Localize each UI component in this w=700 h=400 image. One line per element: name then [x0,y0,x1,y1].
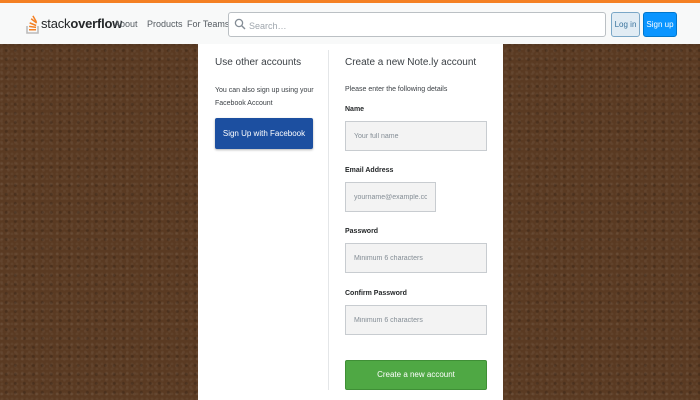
search-input[interactable] [247,16,601,35]
email-field[interactable] [346,183,435,211]
other-accounts-text: You can also sign up using your Facebook… [215,87,314,107]
name-field[interactable] [346,122,486,150]
signup-button[interactable]: Sign up [643,12,677,37]
search-box[interactable] [228,12,606,37]
nav-about[interactable]: About [114,19,138,29]
logo-text: stackoverflow [41,15,123,31]
nav-products[interactable]: Products [147,19,183,29]
search-icon [234,18,246,30]
password-field-box [345,243,487,273]
column-divider [328,50,329,390]
login-button[interactable]: Log in [611,12,640,37]
nav-for-teams[interactable]: For Teams [187,19,229,29]
top-bar: stackoverflow About Products For Teams L… [0,0,700,44]
signup-panel: Use other accounts You can also sign up … [198,44,503,400]
create-account-subtitle: Please enter the following details [345,86,448,93]
create-account-button[interactable]: Create a new account [345,360,487,390]
create-account-title: Create a new Note.ly account [345,57,477,68]
password-label: Password [345,228,379,235]
stack-logo-icon [26,15,39,34]
confirm-password-label: Confirm Password [345,290,407,297]
password-field[interactable] [346,244,486,272]
confirm-password-field-box [345,305,487,335]
name-label: Name [345,106,365,113]
other-accounts-title: Use other accounts [215,57,302,68]
email-label: Email Address [345,167,394,174]
email-field-box [345,182,436,212]
confirm-password-field[interactable] [346,306,486,334]
name-field-box [345,121,487,151]
facebook-signup-button[interactable]: Sign Up with Facebook [215,118,313,149]
stackoverflow-logo[interactable]: stackoverflow [26,10,122,36]
